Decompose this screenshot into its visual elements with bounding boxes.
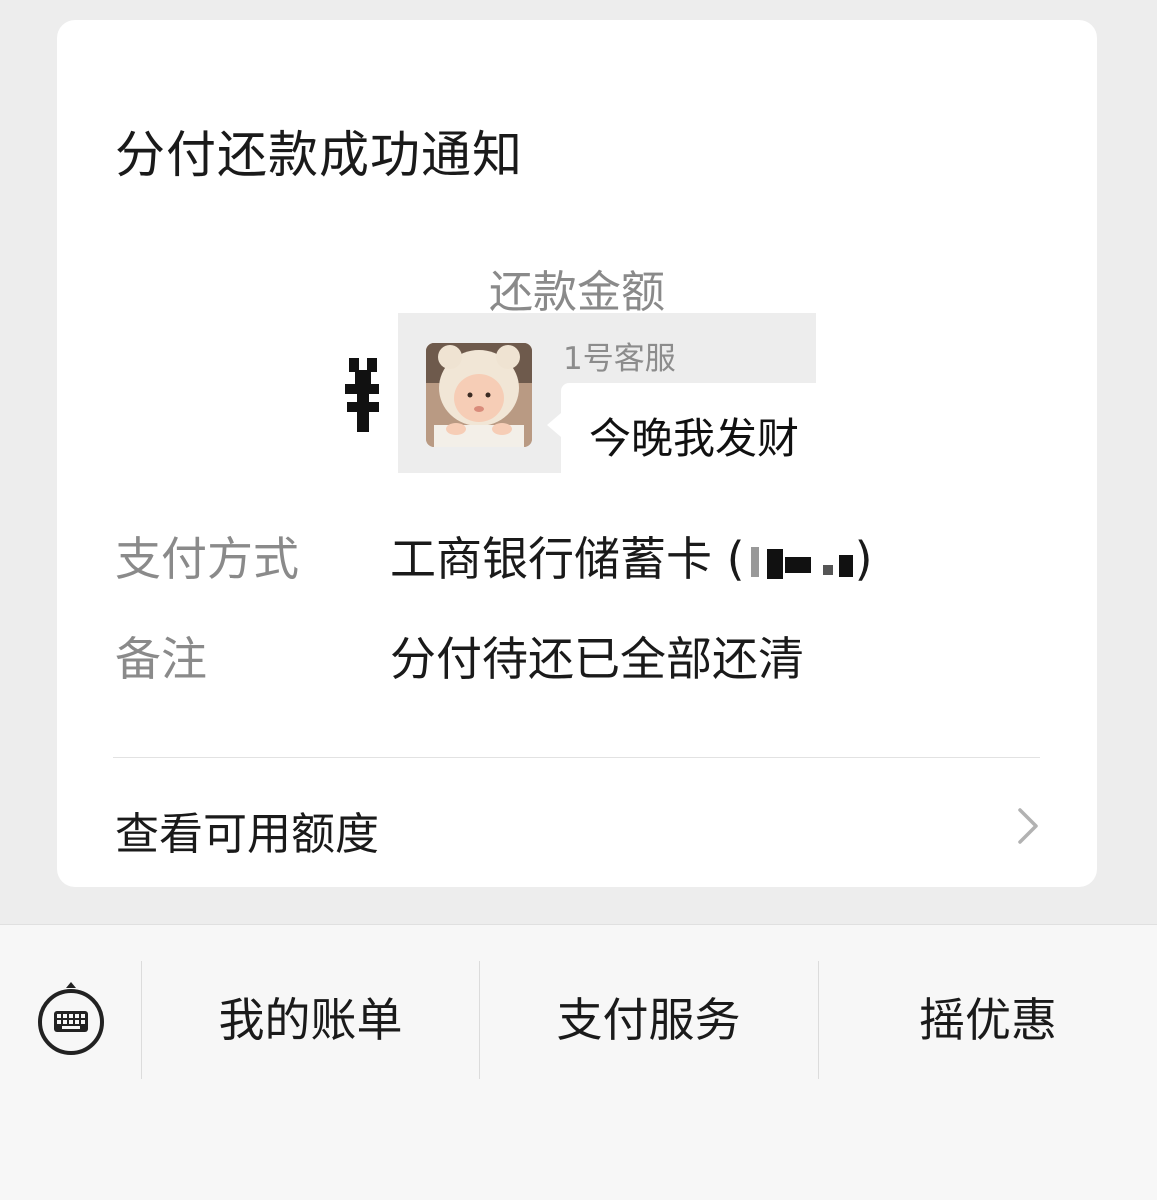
menu-shake-discounts[interactable]: 摇优惠 [819, 961, 1157, 1079]
remark-label: 备注 [115, 632, 207, 686]
baby-avatar [426, 343, 532, 447]
notification-screen: 分付还款成功通知 还款金额 1号客服 今晚我发财 支付方式 工商银行储蓄卡 (… [0, 0, 1157, 1200]
view-available-credit-label: 查看可用额度 [115, 809, 379, 860]
remark-value: 分付待还已全部还清 [390, 632, 804, 686]
chat-sticker-overlay: 1号客服 今晚我发财 [398, 313, 816, 473]
sticker-message-text: 今晚我发财 [589, 414, 800, 463]
card-title: 分付还款成功通知 [115, 126, 523, 184]
repayment-notification-card[interactable]: 分付还款成功通知 还款金额 1号客服 今晚我发财 支付方式 工商银行储蓄卡 (… [57, 20, 1097, 887]
payment-method-value: 工商银行储蓄卡 ( ) [390, 532, 873, 586]
sticker-sender-name: 1号客服 [563, 341, 676, 377]
menu-my-bills[interactable]: 我的账单 [142, 961, 479, 1079]
amount-value-redacted [345, 358, 379, 436]
amount-label: 还款金额 [489, 267, 665, 318]
keyboard-icon[interactable] [33, 980, 109, 1056]
payment-method-label: 支付方式 [115, 532, 299, 586]
chevron-right-icon [1018, 808, 1038, 844]
divider [113, 757, 1040, 758]
menu-payment-services[interactable]: 支付服务 [480, 961, 817, 1079]
bottom-menu-bar: 我的账单 支付服务 摇优惠 [0, 924, 1157, 1200]
card-number-redacted [745, 543, 855, 583]
sticker-message-bubble: 今晚我发财 [547, 383, 816, 473]
view-available-credit-link[interactable]: 查看可用额度 [57, 780, 1097, 880]
